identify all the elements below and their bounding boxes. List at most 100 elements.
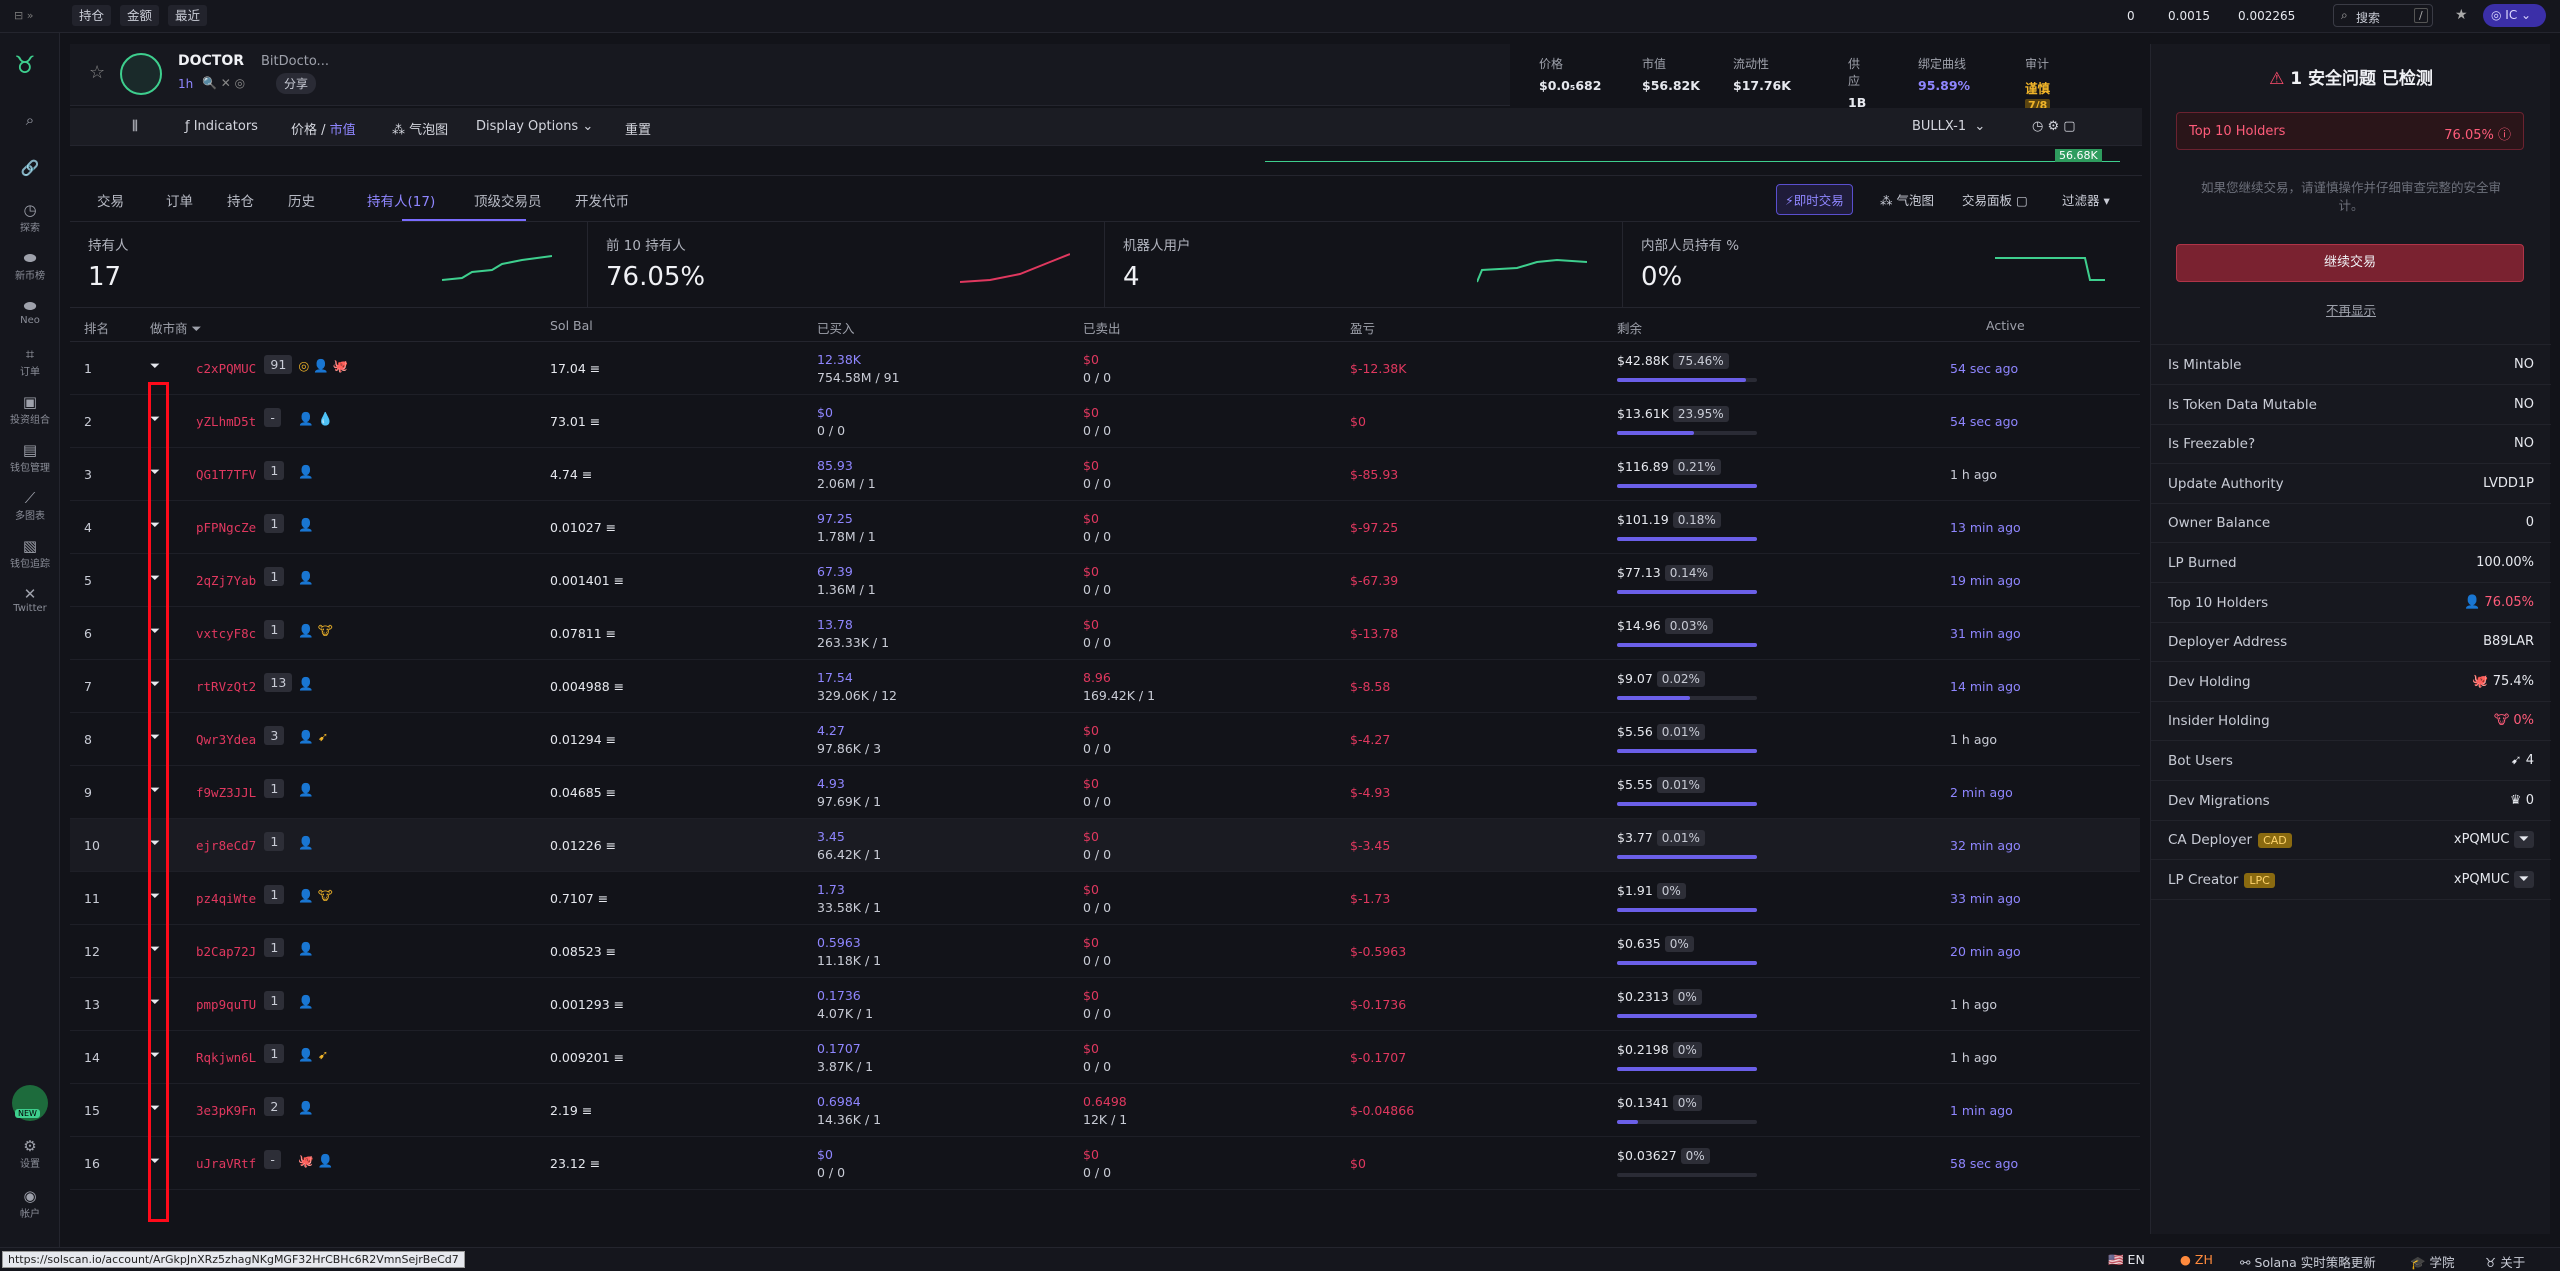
tab-dev-tokens[interactable]: 开发代币 [575, 190, 629, 210]
sidebar-item-explore[interactable]: ◷ 探索 [0, 201, 60, 234]
price-mcap-toggle[interactable]: 价格 / 市值 [291, 119, 356, 138]
pnl: $-0.1707 [1350, 1050, 1407, 1065]
filter-maker-icon[interactable]: ⏷ [150, 358, 160, 374]
sidebar-item-tracker[interactable]: ▧ 钱包追踪 [0, 537, 60, 570]
settings-icons[interactable]: ◷ ⚙ ▢ [2032, 119, 2076, 134]
maker-address[interactable]: rtRVzQt2 [196, 679, 256, 694]
maker-address[interactable]: uJraVRtf [196, 1156, 256, 1171]
display-options[interactable]: Display Options ⌄ [476, 119, 593, 134]
filter-button[interactable]: 过滤器 ▾ [2062, 190, 2110, 209]
sidebar-item-wallets[interactable]: ▤ 钱包管理 [0, 441, 60, 474]
maker-address[interactable]: f9wZ3JJL [196, 785, 256, 800]
table-row[interactable]: 4 ⏷ pFPNgcZe 1 👤 0.01027 ≡ 97.25 1.78M / 1 $0 0 /… [70, 501, 2140, 554]
table-row[interactable]: 9 ⏷ f9wZ3JJL 1 👤 0.04685 ≡ 4.93 97.69K / 1 $0 0 /… [70, 766, 2140, 819]
star-icon[interactable]: ☆ [89, 62, 105, 83]
tab-positions[interactable]: 持仓 [227, 190, 254, 210]
tab-top-traders[interactable]: 顶级交易员 [474, 190, 542, 210]
table-row[interactable]: 8 ⏷ Qwr3Ydea 3 👤 ➹ 0.01294 ≡ 4.27 97.86K / 3 $0 0… [70, 713, 2140, 766]
pnl: $-97.25 [1350, 520, 1399, 535]
dismiss-link[interactable]: 不再显示 [2151, 300, 2551, 319]
tab-orders[interactable]: 订单 [166, 190, 193, 210]
table-row[interactable]: 13 ⏷ pmp9quTU 1 👤 0.001293 ≡ 0.1736 4.07K / 1 $0… [70, 978, 2140, 1031]
remaining-bar [1617, 1067, 1757, 1071]
trade-panel-button[interactable]: 交易面板 ▢ [1962, 190, 2028, 209]
rate-2: 0.002265 [2238, 9, 2296, 23]
tx-count: 3 [264, 726, 285, 745]
filter-icon[interactable]: ⏷ [2513, 831, 2534, 849]
sidebar-item-orders[interactable]: ⌗ 订单 [0, 345, 60, 378]
col-maker[interactable]: 做市商 ⏷ [150, 318, 202, 337]
pill-icon: ⬬ [23, 249, 37, 267]
sidebar-item-multichart[interactable]: ⟋ 多图表 [0, 489, 60, 522]
continue-trade-button[interactable]: 继续交易 [2176, 244, 2524, 282]
table-row[interactable]: 11 ⏷ pz4qiWte 1 👤 🐮 0.7107 ≡ 1.73 33.58K / 1 $0 0… [70, 872, 2140, 925]
table-row[interactable]: 6 ⏷ vxtcyF8c 1 👤 🐮 0.07811 ≡ 13.78 263.33K / 1 $… [70, 607, 2140, 660]
table-row[interactable]: 14 ⏷ Rqkjwn6L 1 👤 ➹ 0.009201 ≡ 0.1707 3.87K / 1… [70, 1031, 2140, 1084]
table-row[interactable]: 3 ⏷ QG1T7TFV 1 👤 4.74 ≡ 85.93 2.06M / 1 $0 0 / 0 $… [70, 448, 2140, 501]
indicators-button[interactable]: ƒ Indicators [185, 119, 258, 134]
sidebar-item-portfolio[interactable]: ▣ 投资组合 [0, 393, 60, 426]
tab-history[interactable]: 历史 [288, 190, 315, 210]
sidebar-item-new[interactable]: ⬬ 新币榜 [0, 249, 60, 282]
lang-en[interactable]: 🇺🇸 EN [2108, 1252, 2145, 1268]
star-icon[interactable]: ★ [2455, 7, 2468, 23]
maker-address[interactable]: 2qZj7Yab [196, 573, 256, 588]
search-nav-item[interactable]: ⌕ [0, 111, 60, 129]
about-link[interactable]: ♉ 关于 [2485, 1252, 2525, 1271]
table-row[interactable]: 16 ⏷ uJraVRtf - 🐙 👤 23.12 ≡ $0 0 / 0 $0 0 / 0 $0 $0… [70, 1137, 2140, 1190]
bubble-button[interactable]: ⁂ 气泡图 [1880, 190, 1934, 209]
table-row[interactable]: 5 ⏷ 2qZj7Yab 1 👤 0.001401 ≡ 67.39 1.36M / 1 $0 0 … [70, 554, 2140, 607]
remaining-percent: 0% [1672, 1095, 1702, 1111]
collapse-icon[interactable]: ⊟ » [14, 9, 33, 22]
share-button[interactable]: 分享 [276, 73, 317, 94]
maker-address[interactable]: c2xPQMUC [196, 361, 256, 376]
remaining-bar [1617, 1014, 1757, 1018]
filter-icon[interactable]: ⏷ [2513, 870, 2534, 888]
table-row[interactable]: 10 ⏷ ejr8eCd7 1 👤 0.01226 ≡ 3.45 66.42K / 1 $0 0 … [70, 819, 2140, 872]
tab-holders[interactable]: 持有人(17) [367, 190, 435, 210]
candles-icon[interactable]: ⫼ [132, 119, 138, 134]
rank: 8 [84, 732, 92, 747]
maker-address[interactable]: Qwr3Ydea [196, 732, 256, 747]
wallet-badges: 👤 [298, 835, 314, 850]
maker-address[interactable]: ejr8eCd7 [196, 838, 256, 853]
social-icons[interactable]: 🔍 ✕ ◎ [202, 76, 245, 90]
solana-updates-link[interactable]: ⚯ Solana 实时策略更新 [2240, 1252, 2376, 1271]
maker-address[interactable]: Rqkjwn6L [196, 1050, 256, 1065]
maker-address[interactable]: b2Cap72J [196, 944, 256, 959]
table-row[interactable]: 1 ⏷ c2xPQMUC 91 ◎ 👤 🐙 17.04 ≡ 12.38K 754.58M / … [70, 342, 2140, 395]
search-placeholder: 搜索 [2356, 11, 2381, 25]
maker-address[interactable]: pmp9quTU [196, 997, 256, 1012]
sidebar-item-neo[interactable]: ⬬ Neo [0, 297, 60, 326]
table-row[interactable]: 12 ⏷ b2Cap72J 1 👤 0.08523 ≡ 0.5963 11.18K / 1 $0… [70, 925, 2140, 978]
table-row[interactable]: 7 ⏷ rtRVzQt2 13 👤 0.004988 ≡ 17.54 329.06K / 12… [70, 660, 2140, 713]
sidebar-item-twitter[interactable]: ✕ Twitter [0, 585, 60, 614]
table-row[interactable]: 15 ⏷ 3e3pK9Fn 2 👤 2.19 ≡ 0.6984 14.36K / 1 0.649… [70, 1084, 2140, 1137]
bubble-chart-button[interactable]: ⁂ 气泡图 [392, 119, 448, 138]
search-input[interactable]: ⌕ 搜索 / [2333, 4, 2433, 27]
academy-link[interactable]: 🎓 学院 [2410, 1252, 2455, 1271]
sidebar-item-account[interactable]: ◉ 帐户 [0, 1187, 60, 1220]
new-feature-button[interactable]: NEW [12, 1085, 48, 1121]
user-menu[interactable]: ◎ IC ⌄ [2483, 4, 2546, 27]
tab-amount[interactable]: 金额 [120, 5, 160, 26]
lang-zh[interactable]: ● ZH [2180, 1252, 2213, 1267]
sol-balance: 0.004988 ≡ [550, 679, 625, 694]
stat-audit[interactable]: 审计 谨慎 7/8 [2025, 55, 2051, 112]
table-row[interactable]: 2 ⏷ yZLhmD5t - 👤 💧 73.01 ≡ $0 0 / 0 $0 0 / 0 $0 $13… [70, 395, 2140, 448]
maker-address[interactable]: yZLhmD5t [196, 414, 256, 429]
reset-button[interactable]: 重置 [625, 119, 651, 138]
instant-trade-button[interactable]: ⚡即时交易 [1776, 184, 1853, 215]
tab-positions[interactable]: 持仓 [72, 5, 112, 26]
col-sold: 已卖出 [1083, 321, 1121, 336]
tab-trades[interactable]: 交易 [97, 190, 124, 210]
maker-address[interactable]: 3e3pK9Fn [196, 1103, 256, 1118]
maker-address[interactable]: pFPNgcZe [196, 520, 256, 535]
maker-address[interactable]: vxtcyF8c [196, 626, 256, 641]
tab-recent[interactable]: 最近 [168, 5, 208, 26]
maker-address[interactable]: QG1T7TFV [196, 467, 256, 482]
sidebar-item-settings[interactable]: ⚙ 设置 [0, 1137, 60, 1170]
link-nav-item[interactable]: 🔗 [0, 159, 60, 177]
maker-address[interactable]: pz4qiWte [196, 891, 256, 906]
bot-select[interactable]: BULLX-1 ⌄ [1912, 119, 1985, 134]
